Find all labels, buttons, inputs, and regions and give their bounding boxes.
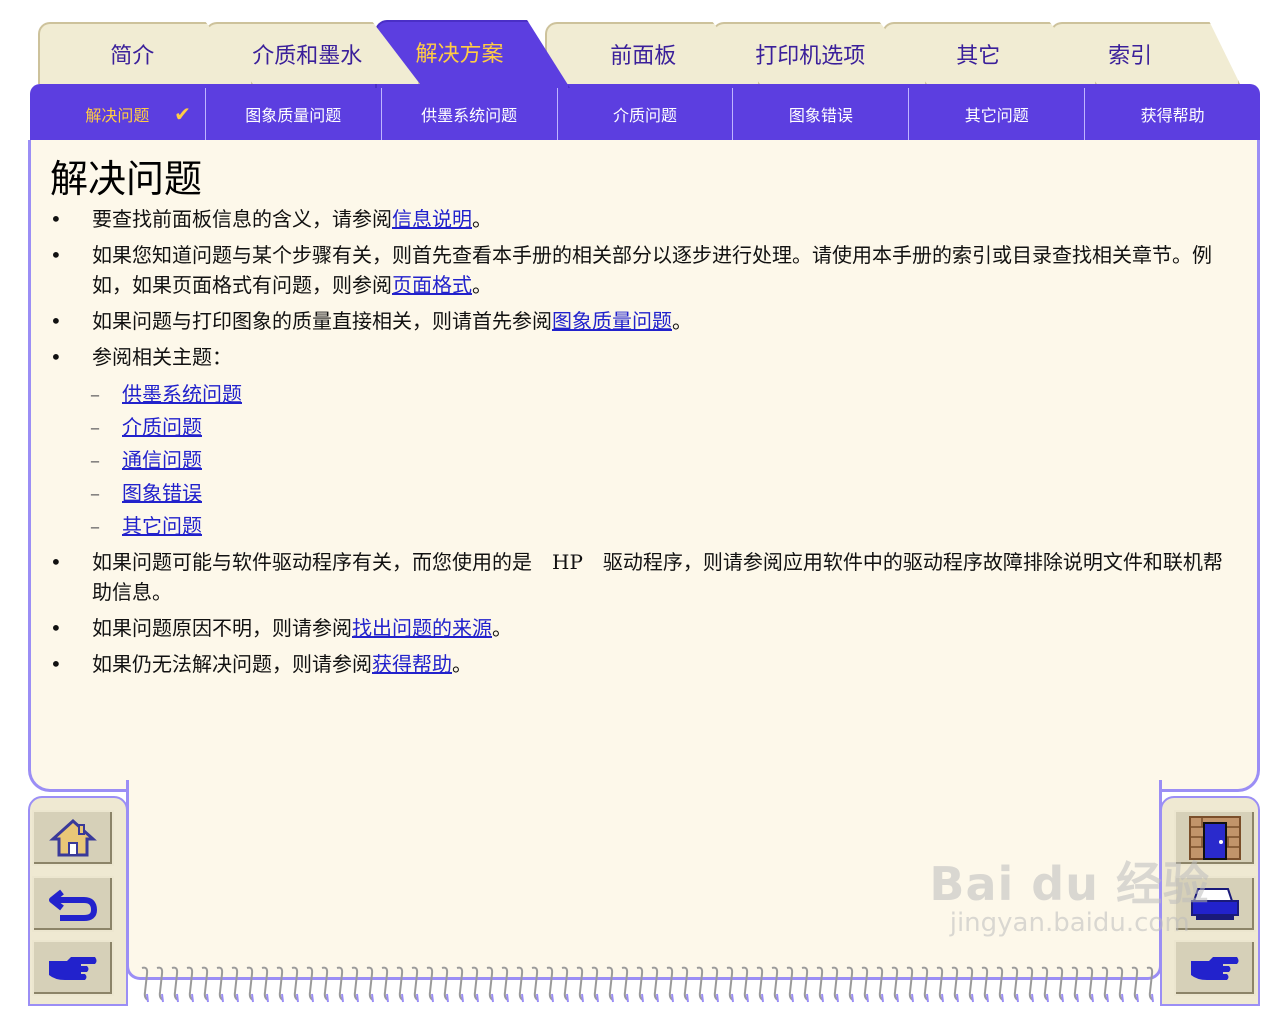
list-item: 如果问题可能与软件驱动程序有关，而您使用的是 HP 驱动程序，则请参阅应用软件中… [50, 547, 1240, 607]
next-hand-icon [49, 957, 97, 980]
page-title: 解决问题 [50, 157, 203, 201]
subnav-get-help[interactable]: 获得帮助 [1085, 88, 1260, 140]
sub-navigation: 解决问题 ✔ 图象质量问题 供墨系统问题 介质问题 图象错误 其它问题 获得帮助 [30, 84, 1260, 140]
sub-list-item: 图象错误 [50, 477, 1240, 510]
sub-list-item: 其它问题 [50, 510, 1240, 543]
sub-list-item: 供墨系统问题 [50, 378, 1240, 411]
back-arrow-icon [49, 889, 98, 921]
sub-list-item: 通信问题 [50, 444, 1240, 477]
content-list: 要查找前面板信息的含义，请参阅信息说明。 如果您知道问题与某个步骤有关，则首先查… [50, 204, 1240, 685]
back-button[interactable] [32, 876, 114, 932]
link-get-help[interactable]: 获得帮助 [372, 652, 452, 676]
spiral-binding [138, 964, 1154, 1004]
sub-list-item: 介质问题 [50, 411, 1240, 444]
checkmark-icon: ✔ [174, 102, 191, 126]
list-item: 如果仍无法解决问题，则请参阅获得帮助。 [50, 649, 1240, 679]
link-communication[interactable]: 通信问题 [122, 448, 202, 472]
link-find-source[interactable]: 找出问题的来源 [352, 616, 492, 640]
subnav-media[interactable]: 介质问题 [558, 88, 734, 140]
list-item: 如果问题与打印图象的质量直接相关，则请首先参阅图象质量问题。 [50, 306, 1240, 336]
subnav-other-problems[interactable]: 其它问题 [909, 88, 1086, 140]
subnav-troubleshooting[interactable]: 解决问题 ✔ [30, 88, 206, 140]
link-page-format[interactable]: 页面格式 [392, 273, 472, 297]
next-hand-icon [1191, 957, 1239, 980]
link-media-problems[interactable]: 介质问题 [122, 415, 202, 439]
subnav-image-quality[interactable]: 图象质量问题 [206, 88, 382, 140]
subnav-ink-system[interactable]: 供墨系统问题 [382, 88, 558, 140]
next-page-button-right[interactable] [1174, 940, 1256, 996]
content-panel-lower [126, 780, 1162, 980]
list-item: 要查找前面板信息的含义，请参阅信息说明。 [50, 204, 1240, 234]
top-tab-bar: 简介 介质和墨水 解决方案 前面板 打印机选项 其它 索引 [0, 0, 1280, 90]
list-item: 如果问题原因不明，则请参阅找出问题的来源。 [50, 613, 1240, 643]
door-exit-icon [1189, 816, 1241, 860]
link-image-quality[interactable]: 图象质量问题 [552, 309, 672, 333]
link-ink-system[interactable]: 供墨系统问题 [122, 382, 242, 406]
subnav-image-errors[interactable]: 图象错误 [733, 88, 910, 140]
link-image-errors[interactable]: 图象错误 [122, 481, 202, 505]
next-page-button[interactable] [32, 940, 114, 996]
list-item: 如果您知道问题与某个步骤有关，则首先查看本手册的相关部分以逐步进行处理。请使用本… [50, 240, 1240, 300]
link-message-info[interactable]: 信息说明 [392, 207, 472, 231]
print-button[interactable] [1174, 876, 1256, 932]
exit-button[interactable] [1174, 810, 1256, 866]
printer-icon [1191, 888, 1239, 920]
link-other-problems[interactable]: 其它问题 [122, 514, 202, 538]
home-icon [49, 818, 97, 857]
list-item: 参阅相关主题： [50, 342, 1240, 372]
home-button[interactable] [32, 810, 114, 866]
